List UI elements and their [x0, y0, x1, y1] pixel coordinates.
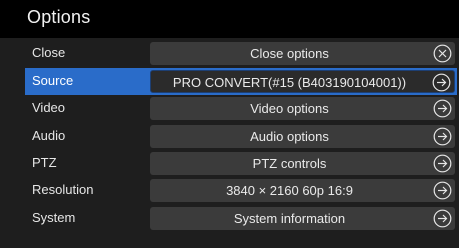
row-label-ptz: PTZ: [32, 155, 57, 170]
resolution-value-label: 3840 × 2160 60p 16:9: [226, 183, 353, 198]
row-label-system: System: [32, 210, 76, 225]
arrow-right-icon[interactable]: [432, 73, 451, 92]
source-value-label: PRO CONVERT(#15 (B403190104001)): [172, 75, 407, 90]
ptz-controls-button[interactable]: PTZ controls: [150, 152, 455, 175]
row-audio: Audio Audio options: [25, 123, 457, 150]
audio-options-label: Audio options: [250, 129, 329, 144]
row-label-audio: Audio: [32, 128, 66, 143]
video-options-button[interactable]: Video options: [150, 97, 455, 120]
arrow-right-icon[interactable]: [433, 209, 452, 228]
row-video: Video Video options: [25, 95, 457, 122]
row-label-close: Close: [32, 45, 66, 60]
source-select-button[interactable]: PRO CONVERT(#15 (B403190104001)): [150, 70, 455, 93]
system-information-label: System information: [233, 211, 346, 226]
video-options-label: Video options: [250, 101, 329, 116]
row-ptz: PTZ PTZ controls: [25, 150, 457, 177]
close-options-label: Close options: [250, 46, 329, 61]
row-label-video: Video: [32, 100, 66, 115]
row-close: Close Close options: [25, 40, 457, 67]
panel-title: Options: [27, 7, 91, 27]
close-options-button[interactable]: Close options: [150, 42, 455, 65]
row-system: System System information: [25, 205, 457, 232]
arrow-right-icon[interactable]: [433, 181, 452, 200]
arrow-right-icon[interactable]: [433, 154, 452, 173]
ptz-controls-label: PTZ controls: [252, 156, 327, 171]
row-label-resolution: Resolution: [32, 182, 94, 197]
options-panel: Options Close Close options Source PRO C…: [0, 0, 459, 248]
close-icon[interactable]: [433, 44, 452, 63]
row-source: Source PRO CONVERT(#15 (B403190104001)): [25, 68, 457, 95]
row-label-source: Source: [32, 73, 74, 88]
arrow-right-icon[interactable]: [433, 99, 452, 118]
arrow-right-icon[interactable]: [433, 127, 452, 146]
audio-options-button[interactable]: Audio options: [150, 125, 455, 148]
title-bar: Options: [0, 0, 459, 38]
row-resolution: Resolution 3840 × 2160 60p 16:9: [25, 177, 457, 204]
resolution-button[interactable]: 3840 × 2160 60p 16:9: [150, 179, 455, 202]
system-information-button[interactable]: System information: [150, 207, 455, 230]
